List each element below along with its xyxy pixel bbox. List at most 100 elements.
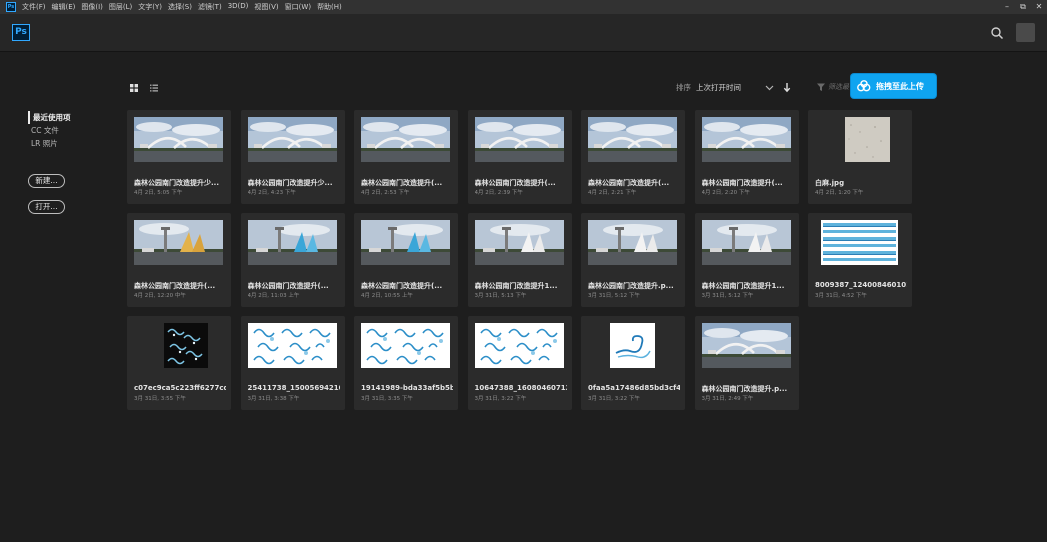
file-name: 0faa5a17486d85bd3cf4c7b... [588, 384, 680, 392]
recent-file-card[interactable]: 白麻.jpg 4月 2日, 1:20 下午 [808, 110, 912, 204]
sidebar-item-cc-files[interactable]: CC 文件 [28, 124, 108, 137]
file-thumbnail [247, 323, 337, 368]
file-thumbnail [134, 220, 223, 265]
file-thumbnail [134, 117, 223, 162]
file-date: 3月 31日, 5:13 下午 [474, 293, 527, 299]
recent-file-card[interactable]: c07ec9ca5c223ff6277cd0c... 3月 31日, 3:55 下… [127, 316, 231, 410]
file-name: 森林公园南门改造提升1... [474, 282, 558, 290]
recent-file-card[interactable]: 森林公园南门改造提升.p... 3月 31日, 2:49 下午 [694, 316, 799, 410]
recent-file-card[interactable]: 森林公园南门改造提升(... 4月 2日, 2:20 下午 [694, 110, 799, 204]
file-thumbnail [474, 117, 564, 162]
sort-dropdown[interactable]: 上次打开时间 [696, 82, 741, 93]
file-thumbnail [361, 323, 450, 368]
sort-direction-icon[interactable] [783, 82, 791, 93]
file-date: 3月 31日, 3:55 下午 [134, 396, 186, 402]
photoshop-app-icon: Ps [6, 2, 16, 12]
menu-item-10[interactable]: 窗口(W) [285, 2, 311, 12]
file-name: 森林公园南门改造提升(... [247, 282, 329, 290]
recent-file-card[interactable]: 森林公园南门改造提升(... 4月 2日, 10:55 上午 [354, 213, 458, 307]
file-name: 森林公园南门改造提升(... [361, 179, 443, 187]
recent-file-card[interactable]: 森林公园南门改造提升(... 4月 2日, 2:53 下午 [354, 110, 458, 204]
sidebar-item-recent[interactable]: 最近使用项 [28, 111, 108, 124]
file-name: 森林公园南门改造提升(... [361, 282, 443, 290]
file-date: 3月 31日, 3:35 下午 [361, 396, 413, 402]
list-view-icon[interactable] [149, 83, 159, 93]
menu-item-3[interactable]: 图像(I) [81, 2, 103, 12]
file-date: 4月 2日, 12:20 中午 [134, 293, 186, 299]
recent-file-card[interactable]: 森林公园南门改造提升(... 4月 2日, 12:20 中午 [127, 213, 231, 307]
recent-file-card[interactable]: 森林公园南门改造提升少... 4月 2日, 5:05 下午 [127, 110, 231, 204]
file-date: 4月 2日, 2:20 下午 [701, 190, 750, 196]
filter-icon [817, 83, 825, 91]
file-thumbnail [474, 323, 564, 368]
recent-file-card[interactable]: 森林公园南门改造提升.p... 3月 31日, 5:12 下午 [581, 213, 685, 307]
file-name: 森林公园南门改造提升(... [701, 179, 783, 187]
restore-button[interactable]: ⧉ [1015, 0, 1031, 14]
close-button[interactable]: ✕ [1031, 0, 1047, 14]
file-name: 森林公园南门改造提升少... [134, 179, 219, 187]
menu-item-11[interactable]: 帮助(H) [317, 2, 342, 12]
recent-file-card[interactable]: 8009387_124008460101_2... 3月 31日, 4:52 下午 [808, 213, 912, 307]
menu-bar: Ps 文件(F) 编辑(E) 图像(I) 图层(L) 文字(Y) 选择(S) 滤镜(T) 3D… [0, 0, 1047, 14]
file-date: 4月 2日, 2:39 下午 [474, 190, 523, 196]
search-icon[interactable] [990, 26, 1004, 40]
file-name: 森林公园南门改造提升(... [134, 282, 216, 290]
menu-item-8[interactable]: 3D(D) [228, 2, 249, 12]
recent-file-card[interactable]: 25411738_150056942105_2... 3月 31日, 3:38 下… [240, 316, 345, 410]
file-thumbnail [588, 220, 677, 265]
file-name: 森林公园南门改造提升(... [474, 179, 556, 187]
file-thumbnail [701, 117, 791, 162]
upload-label: 拖拽至此上传 [876, 81, 924, 91]
menu-item-7[interactable]: 滤镜(T) [198, 2, 222, 12]
open-file-button[interactable]: 打开... [28, 200, 65, 214]
file-date: 4月 2日, 4:23 下午 [247, 190, 296, 196]
grid-view-icon[interactable] [129, 83, 139, 93]
file-date: 4月 2日, 11:03 上午 [247, 293, 300, 299]
minimize-button[interactable]: – [999, 0, 1015, 14]
recent-file-card[interactable]: 10647388_160804607127_... 3月 31日, 3:22 下午 [467, 316, 572, 410]
file-thumbnail [134, 323, 223, 368]
menu-item-1[interactable]: 文件(F) [22, 2, 46, 12]
chevron-down-icon[interactable] [765, 84, 774, 92]
file-thumbnail [361, 117, 450, 162]
file-name: 森林公园南门改造提升(... [588, 179, 670, 187]
file-name: c07ec9ca5c223ff6277cd0c... [134, 384, 226, 392]
user-profile-button[interactable] [1016, 23, 1035, 42]
menu-item-5[interactable]: 文字(Y) [138, 2, 162, 12]
recent-file-card[interactable]: 森林公园南门改造提升少... 4月 2日, 4:23 下午 [240, 110, 345, 204]
menu-item-4[interactable]: 图层(L) [109, 2, 132, 12]
file-name: 白麻.jpg [815, 179, 845, 187]
file-date: 3月 31日, 3:38 下午 [247, 396, 300, 402]
cloud-upload-icon [857, 80, 871, 92]
new-file-button[interactable]: 新建... [28, 174, 65, 188]
file-name: 森林公园南门改造提升.p... [701, 385, 788, 393]
menu-item-9[interactable]: 视图(V) [254, 2, 278, 12]
photoshop-logo[interactable]: Ps [12, 24, 30, 41]
file-thumbnail [701, 323, 791, 368]
drag-upload-badge[interactable]: 拖拽至此上传 [851, 74, 936, 98]
recent-file-card[interactable]: 森林公园南门改造提升(... 4月 2日, 2:39 下午 [467, 110, 572, 204]
file-thumbnail [588, 323, 677, 368]
file-name: 森林公园南门改造提升少... [247, 179, 333, 187]
app-header: Ps [0, 14, 1047, 52]
file-thumbnail [361, 220, 450, 265]
recent-file-card[interactable]: 0faa5a17486d85bd3cf4c7b... 3月 31日, 3:22 下… [581, 316, 685, 410]
file-thumbnail [588, 117, 677, 162]
file-date: 3月 31日, 4:52 下午 [815, 293, 867, 299]
menu-item-6[interactable]: 选择(S) [168, 2, 192, 12]
recent-file-card[interactable]: 森林公园南门改造提升(... 4月 2日, 11:03 上午 [240, 213, 345, 307]
recent-file-card[interactable]: 森林公园南门改造提升(... 4月 2日, 2:21 下午 [581, 110, 685, 204]
file-name: 森林公园南门改造提升.p... [588, 282, 674, 290]
recent-file-card[interactable]: 森林公园南门改造提升1... 3月 31日, 5:13 下午 [467, 213, 572, 307]
recent-file-card[interactable]: 森林公园南门改造提升1... 3月 31日, 5:12 下午 [694, 213, 799, 307]
menu-item-2[interactable]: 编辑(E) [52, 2, 76, 12]
file-name: 25411738_150056942105_2... [247, 384, 340, 392]
file-thumbnail [247, 220, 337, 265]
home-sidebar: 最近使用项 CC 文件 LR 照片 [28, 111, 108, 150]
file-date: 3月 31日, 3:22 下午 [474, 396, 527, 402]
window-controls: – ⧉ ✕ [999, 0, 1047, 14]
recent-file-card[interactable]: 19141989-bda33af5b5b076... 3月 31日, 3:35 下… [354, 316, 458, 410]
file-thumbnail [247, 117, 337, 162]
sidebar-item-lr-photos[interactable]: LR 照片 [28, 137, 108, 150]
file-thumbnail [815, 117, 904, 162]
